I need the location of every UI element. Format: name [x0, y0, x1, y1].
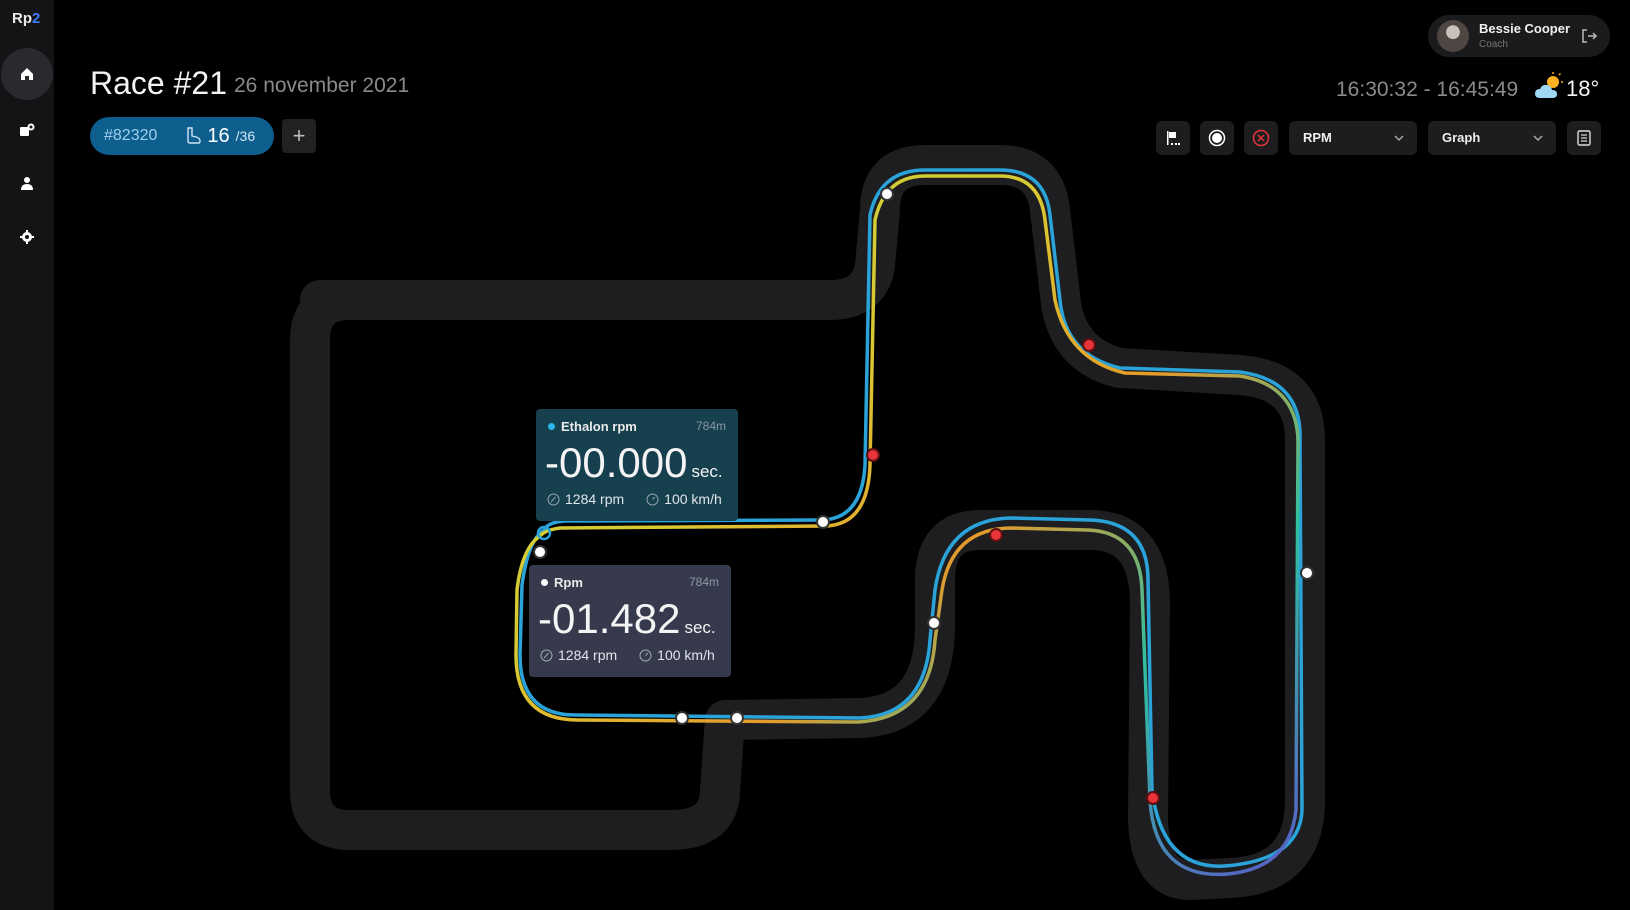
card-time-unit: sec.	[684, 618, 716, 637]
marker[interactable]	[533, 545, 547, 559]
marker-alert[interactable]	[1082, 338, 1096, 352]
card-speed: 100 km/h	[664, 491, 722, 507]
card-distance: 784m	[695, 419, 726, 433]
card-time: -00.000 sec.	[545, 439, 723, 487]
rpm-icon	[547, 493, 560, 505]
card-label: Ethalon rpm	[561, 419, 637, 434]
race-track-map	[290, 145, 1325, 900]
marker[interactable]	[675, 711, 689, 725]
card-time-unit: sec.	[691, 462, 723, 481]
marker-alert[interactable]	[989, 528, 1003, 542]
rpm-card[interactable]: Rpm 784m -01.482 sec. 1284 rpm 100 km/h	[529, 565, 731, 677]
card-distance: 784m	[688, 575, 719, 589]
marker[interactable]	[880, 187, 894, 201]
card-footer: 1284 rpm 100 km/h	[540, 647, 715, 663]
marker[interactable]	[927, 616, 941, 630]
ethalon-card[interactable]: Ethalon rpm 784m -00.000 sec. 1284 rpm 10…	[536, 409, 738, 521]
marker[interactable]	[730, 711, 744, 725]
card-rpm: 1284 rpm	[565, 491, 625, 507]
card-time: -01.482 sec.	[538, 595, 716, 643]
series-dot	[548, 423, 555, 430]
speed-icon	[646, 493, 659, 505]
series-dot	[541, 579, 548, 586]
speed-icon	[639, 649, 652, 661]
card-label: Rpm	[554, 575, 583, 590]
rpm-icon	[540, 649, 553, 661]
card-header: Ethalon rpm	[548, 419, 637, 434]
marker-alert[interactable]	[1146, 791, 1160, 805]
card-footer: 1284 rpm 100 km/h	[547, 491, 722, 507]
card-rpm: 1284 rpm	[558, 647, 618, 663]
track-outline	[290, 145, 1325, 900]
card-time-value: -00.000	[545, 439, 688, 486]
card-speed: 100 km/h	[657, 647, 715, 663]
card-header: Rpm	[541, 575, 583, 590]
marker[interactable]	[1300, 566, 1314, 580]
marker[interactable]	[816, 515, 830, 529]
card-time-value: -01.482	[538, 595, 681, 642]
marker-alert[interactable]	[866, 448, 880, 462]
